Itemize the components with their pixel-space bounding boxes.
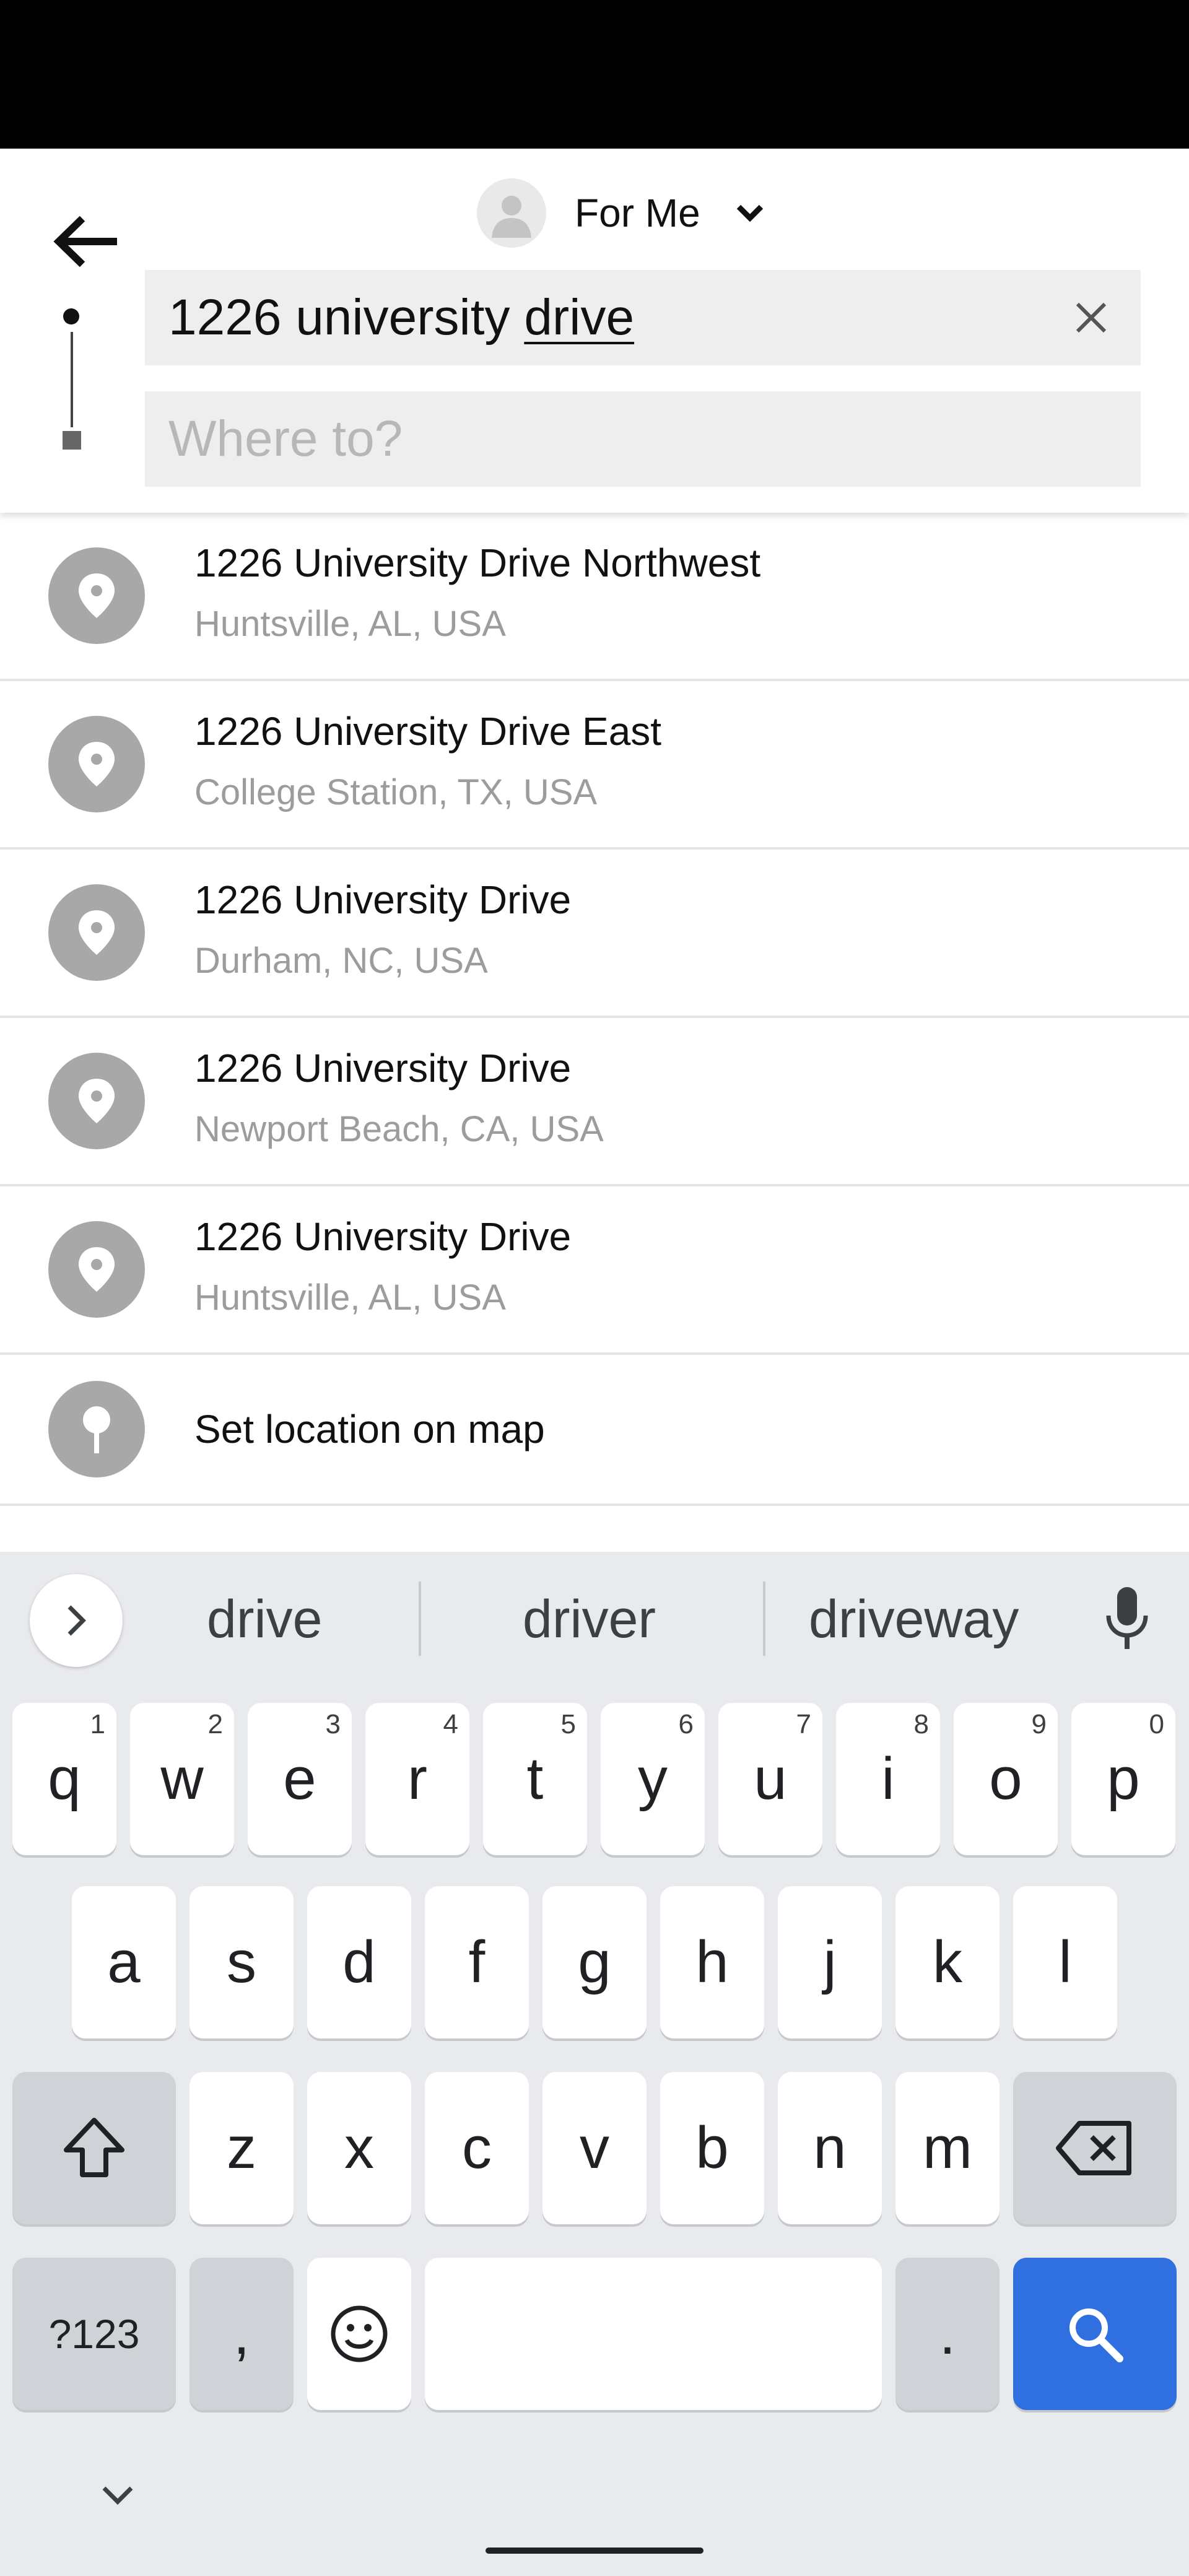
key-d[interactable]: d: [307, 1886, 411, 2039]
chevron-right-icon: [68, 1605, 86, 1636]
comma-key[interactable]: ,: [189, 2258, 294, 2410]
expand-suggestions-button[interactable]: [30, 1574, 123, 1667]
clear-icon: [1076, 302, 1107, 333]
suggestion-title: 1226 University Drive: [194, 1046, 572, 1090]
pickup-input[interactable]: 1226 university drive: [145, 270, 1141, 365]
key-y[interactable]: y6: [601, 1703, 705, 1855]
key-r[interactable]: r4: [365, 1703, 469, 1855]
location-pin-icon: [48, 716, 145, 812]
period-key[interactable]: .: [895, 2258, 1000, 2410]
route-connector: [71, 332, 73, 427]
search-icon: [1069, 2308, 1123, 2362]
keyboard-hide-icon: [102, 2486, 133, 2505]
list-item[interactable]: 1226 University Drive Huntsville, AL, US…: [0, 1186, 1189, 1355]
suggestion-title: 1226 University Drive East: [194, 709, 662, 754]
suggestion-divider: [763, 1582, 765, 1656]
on-screen-keyboard: drive driver driveway q1 w2 e3 r4 t5 y6 …: [0, 1552, 1189, 2576]
destination-input[interactable]: Where to?: [145, 391, 1141, 487]
key-p[interactable]: p0: [1071, 1703, 1175, 1855]
location-pin-icon: [48, 884, 145, 981]
location-pin-icon: [48, 1221, 145, 1318]
destination-placeholder: Where to?: [168, 411, 403, 467]
suggestion-subtitle: Huntsville, AL, USA: [194, 604, 506, 644]
key-v[interactable]: v: [542, 2072, 647, 2224]
rider-label: For Me: [575, 191, 700, 235]
key-l[interactable]: l: [1013, 1886, 1117, 2039]
list-item[interactable]: 1226 University Drive Northwest Huntsvil…: [0, 513, 1189, 681]
suggestion-subtitle: Huntsville, AL, USA: [194, 1277, 506, 1318]
emoji-key[interactable]: [307, 2258, 411, 2410]
key-j[interactable]: j: [778, 1886, 882, 2039]
key-q[interactable]: q1: [12, 1703, 116, 1855]
word-suggestion[interactable]: driveway: [809, 1589, 1019, 1650]
rider-selector[interactable]: For Me: [477, 176, 765, 250]
shift-key[interactable]: [12, 2072, 176, 2224]
set-location-on-map[interactable]: Set location on map: [0, 1355, 1189, 1506]
location-pin-icon: [48, 547, 145, 644]
pickup-dot-icon: [63, 308, 79, 324]
suggestion-subtitle: Durham, NC, USA: [194, 941, 488, 981]
mic-icon: [1106, 1587, 1148, 1649]
suggestion-divider: [419, 1582, 421, 1656]
key-a[interactable]: a: [72, 1886, 176, 2039]
backspace-key[interactable]: [1013, 2072, 1177, 2224]
suggestion-title: 1226 University Drive: [194, 877, 572, 922]
key-i[interactable]: i8: [836, 1703, 940, 1855]
list-item[interactable]: 1226 University Drive Durham, NC, USA: [0, 850, 1189, 1018]
pickup-value: 1226 university drive: [168, 289, 635, 346]
set-location-label: Set location on map: [194, 1407, 545, 1451]
key-s[interactable]: s: [189, 1886, 294, 2039]
back-arrow-icon: [53, 215, 117, 268]
chevron-down-icon: [735, 198, 765, 228]
key-e[interactable]: e3: [248, 1703, 352, 1855]
key-w[interactable]: w2: [130, 1703, 234, 1855]
emoji-icon: [331, 2305, 388, 2362]
space-key[interactable]: [425, 2258, 882, 2410]
suggestion-subtitle: College Station, TX, USA: [194, 772, 598, 812]
status-bar: [0, 0, 1189, 149]
key-o[interactable]: o9: [954, 1703, 1058, 1855]
list-item[interactable]: 1226 University Drive East College Stati…: [0, 681, 1189, 850]
suggestion-title: 1226 University Drive Northwest: [194, 541, 761, 585]
trip-header: For Me 1226 university drive Where to?: [0, 149, 1189, 513]
home-indicator[interactable]: [486, 2548, 703, 2554]
clear-button[interactable]: [1066, 293, 1116, 342]
word-suggestion[interactable]: driver: [523, 1589, 656, 1650]
search-key[interactable]: [1013, 2258, 1177, 2410]
key-t[interactable]: t5: [483, 1703, 587, 1855]
suggestion-list: 1226 University Drive Northwest Huntsvil…: [0, 513, 1189, 1506]
key-m[interactable]: m: [895, 2072, 1000, 2224]
key-n[interactable]: n: [778, 2072, 882, 2224]
avatar: [477, 178, 546, 248]
shift-icon: [64, 2118, 124, 2177]
key-b[interactable]: b: [660, 2072, 764, 2224]
list-item[interactable]: 1226 University Drive Newport Beach, CA,…: [0, 1018, 1189, 1186]
suggestion-title: 1226 University Drive: [194, 1214, 572, 1259]
key-u[interactable]: u7: [718, 1703, 822, 1855]
key-f[interactable]: f: [425, 1886, 529, 2039]
backspace-icon: [1056, 2121, 1131, 2175]
hide-keyboard-button[interactable]: [99, 2477, 136, 2514]
user-icon: [492, 196, 531, 238]
back-button[interactable]: [50, 204, 124, 279]
keyboard-suggestion-bar: drive driver driveway: [0, 1552, 1189, 1686]
voice-input-button[interactable]: [1096, 1582, 1158, 1656]
key-c[interactable]: c: [425, 2072, 529, 2224]
key-x[interactable]: x: [307, 2072, 411, 2224]
key-z[interactable]: z: [189, 2072, 294, 2224]
key-k[interactable]: k: [895, 1886, 1000, 2039]
key-g[interactable]: g: [542, 1886, 647, 2039]
location-pin-icon: [48, 1053, 145, 1149]
map-pin-icon: [48, 1381, 145, 1477]
symbols-key[interactable]: ?123: [12, 2258, 176, 2410]
destination-square-icon: [63, 431, 81, 450]
word-suggestion[interactable]: drive: [207, 1589, 322, 1650]
suggestion-subtitle: Newport Beach, CA, USA: [194, 1109, 604, 1149]
key-h[interactable]: h: [660, 1886, 764, 2039]
